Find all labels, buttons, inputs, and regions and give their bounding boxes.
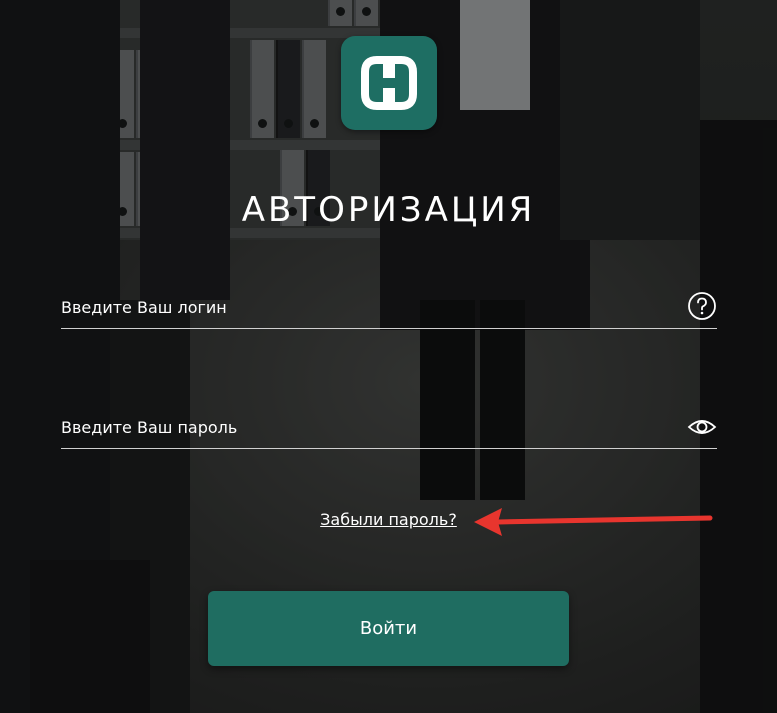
password-field (61, 408, 717, 449)
eye-icon[interactable] (687, 411, 717, 441)
login-button[interactable]: Войти (208, 591, 569, 666)
logo-icon (341, 36, 437, 130)
login-field (61, 288, 717, 329)
arrow-icon (474, 508, 713, 536)
forgot-password-link[interactable]: Забыли пароль? (320, 510, 457, 529)
page-title: АВТОРИЗАЦИЯ (241, 190, 536, 230)
question-icon[interactable] (687, 291, 717, 321)
password-input[interactable] (61, 412, 661, 442)
login-input[interactable] (61, 292, 661, 322)
